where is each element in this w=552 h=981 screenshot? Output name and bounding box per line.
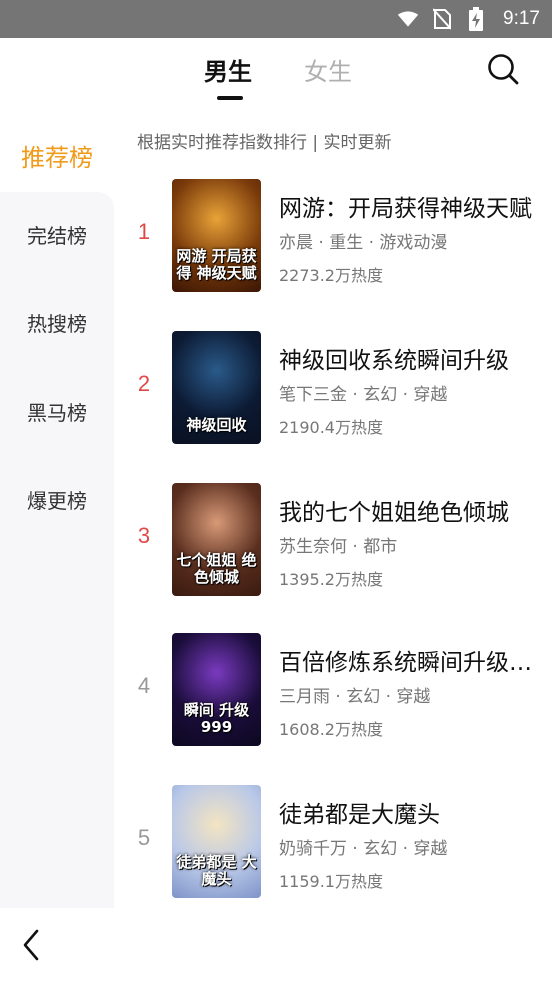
book-item[interactable]: 3 七个姐姐 绝色倾城 我的七个姐姐绝色倾城 苏生奈何 · 都市 1395.2万…	[114, 483, 552, 603]
book-cover[interactable]: 神级回收	[172, 331, 261, 444]
book-item[interactable]: 2 神级回收 神级回收系统瞬间升级 笔下三金 · 玄幻 · 穿越 2190.4万…	[114, 331, 552, 451]
cover-title: 七个姐姐 绝色倾城	[176, 551, 257, 586]
book-heat: 2190.4万热度	[279, 418, 383, 437]
book-meta: 三月雨 · 玄幻 · 穿越	[279, 687, 431, 707]
top-tabs: 男生 女生	[0, 38, 552, 110]
book-cover[interactable]: 七个姐姐 绝色倾城	[172, 483, 261, 596]
book-meta: 奶骑千万 · 玄幻 · 穿越	[279, 839, 448, 859]
book-item[interactable]: 1 网游 开局获得 神级天赋 网游：开局获得神级天赋 亦晨 · 重生 · 游戏动…	[114, 179, 552, 299]
bottom-bar	[0, 908, 552, 981]
book-meta: 笔下三金 · 玄幻 · 穿越	[279, 385, 448, 405]
search-button[interactable]	[486, 52, 520, 86]
book-cover[interactable]: 瞬间 升级999	[172, 633, 261, 746]
sidebar-item-hot-search[interactable]: 热搜榜	[0, 292, 114, 352]
book-title: 百倍修炼系统瞬间升级999	[279, 650, 535, 676]
book-cover[interactable]: 徒弟都是 大魔头	[172, 785, 261, 898]
tab-active-indicator	[217, 96, 243, 100]
ranking-description: 根据实时推荐指数排行 | 实时更新	[137, 133, 392, 153]
book-rank: 4	[137, 673, 151, 698]
book-rank: 2	[137, 371, 151, 396]
book-meta: 苏生奈何 · 都市	[279, 537, 398, 557]
search-icon	[488, 54, 519, 85]
sidebar-item-recommend[interactable]: 推荐榜	[0, 118, 114, 192]
sidebar-item-update-burst[interactable]: 爆更榜	[0, 469, 114, 529]
no-sim-icon	[431, 8, 453, 30]
book-heat: 1159.1万热度	[279, 872, 383, 891]
book-meta: 亦晨 · 重生 · 游戏动漫	[279, 233, 448, 253]
book-rank: 5	[137, 825, 151, 850]
book-item[interactable]: 4 瞬间 升级999 百倍修炼系统瞬间升级999 三月雨 · 玄幻 · 穿越 1…	[114, 633, 552, 753]
book-heat: 1608.2万热度	[279, 720, 383, 739]
cover-title: 徒弟都是 大魔头	[176, 853, 257, 888]
battery-charging-icon	[465, 7, 487, 31]
book-rank: 3	[137, 523, 151, 548]
cover-title: 网游 开局获得 神级天赋	[176, 247, 257, 282]
book-title: 神级回收系统瞬间升级	[279, 348, 509, 374]
tab-female[interactable]: 女生	[304, 52, 352, 87]
cover-title: 瞬间 升级999	[183, 701, 250, 736]
sidebar: 完结榜 热搜榜 黑马榜 爆更榜	[0, 192, 114, 908]
status-time: 9:17	[503, 8, 540, 29]
book-heat: 2273.2万热度	[279, 266, 383, 285]
status-bar: 9:17	[0, 0, 552, 38]
chevron-left-icon	[23, 929, 39, 961]
book-rank: 1	[137, 219, 151, 244]
tab-male[interactable]: 男生	[204, 52, 252, 87]
sidebar-item-label: 推荐榜	[21, 143, 93, 172]
wifi-icon	[397, 8, 419, 30]
book-title: 我的七个姐姐绝色倾城	[279, 500, 509, 526]
sidebar-item-completed[interactable]: 完结榜	[0, 204, 114, 264]
sidebar-item-dark-horse[interactable]: 黑马榜	[0, 381, 114, 441]
book-item[interactable]: 5 徒弟都是 大魔头 徒弟都是大魔头 奶骑千万 · 玄幻 · 穿越 1159.1…	[114, 785, 552, 905]
book-title: 网游：开局获得神级天赋	[279, 196, 532, 222]
cover-title: 神级回收	[186, 416, 247, 434]
book-title: 徒弟都是大魔头	[279, 802, 440, 828]
book-heat: 1395.2万热度	[279, 570, 383, 589]
book-cover[interactable]: 网游 开局获得 神级天赋	[172, 179, 261, 292]
back-button[interactable]	[18, 928, 46, 962]
